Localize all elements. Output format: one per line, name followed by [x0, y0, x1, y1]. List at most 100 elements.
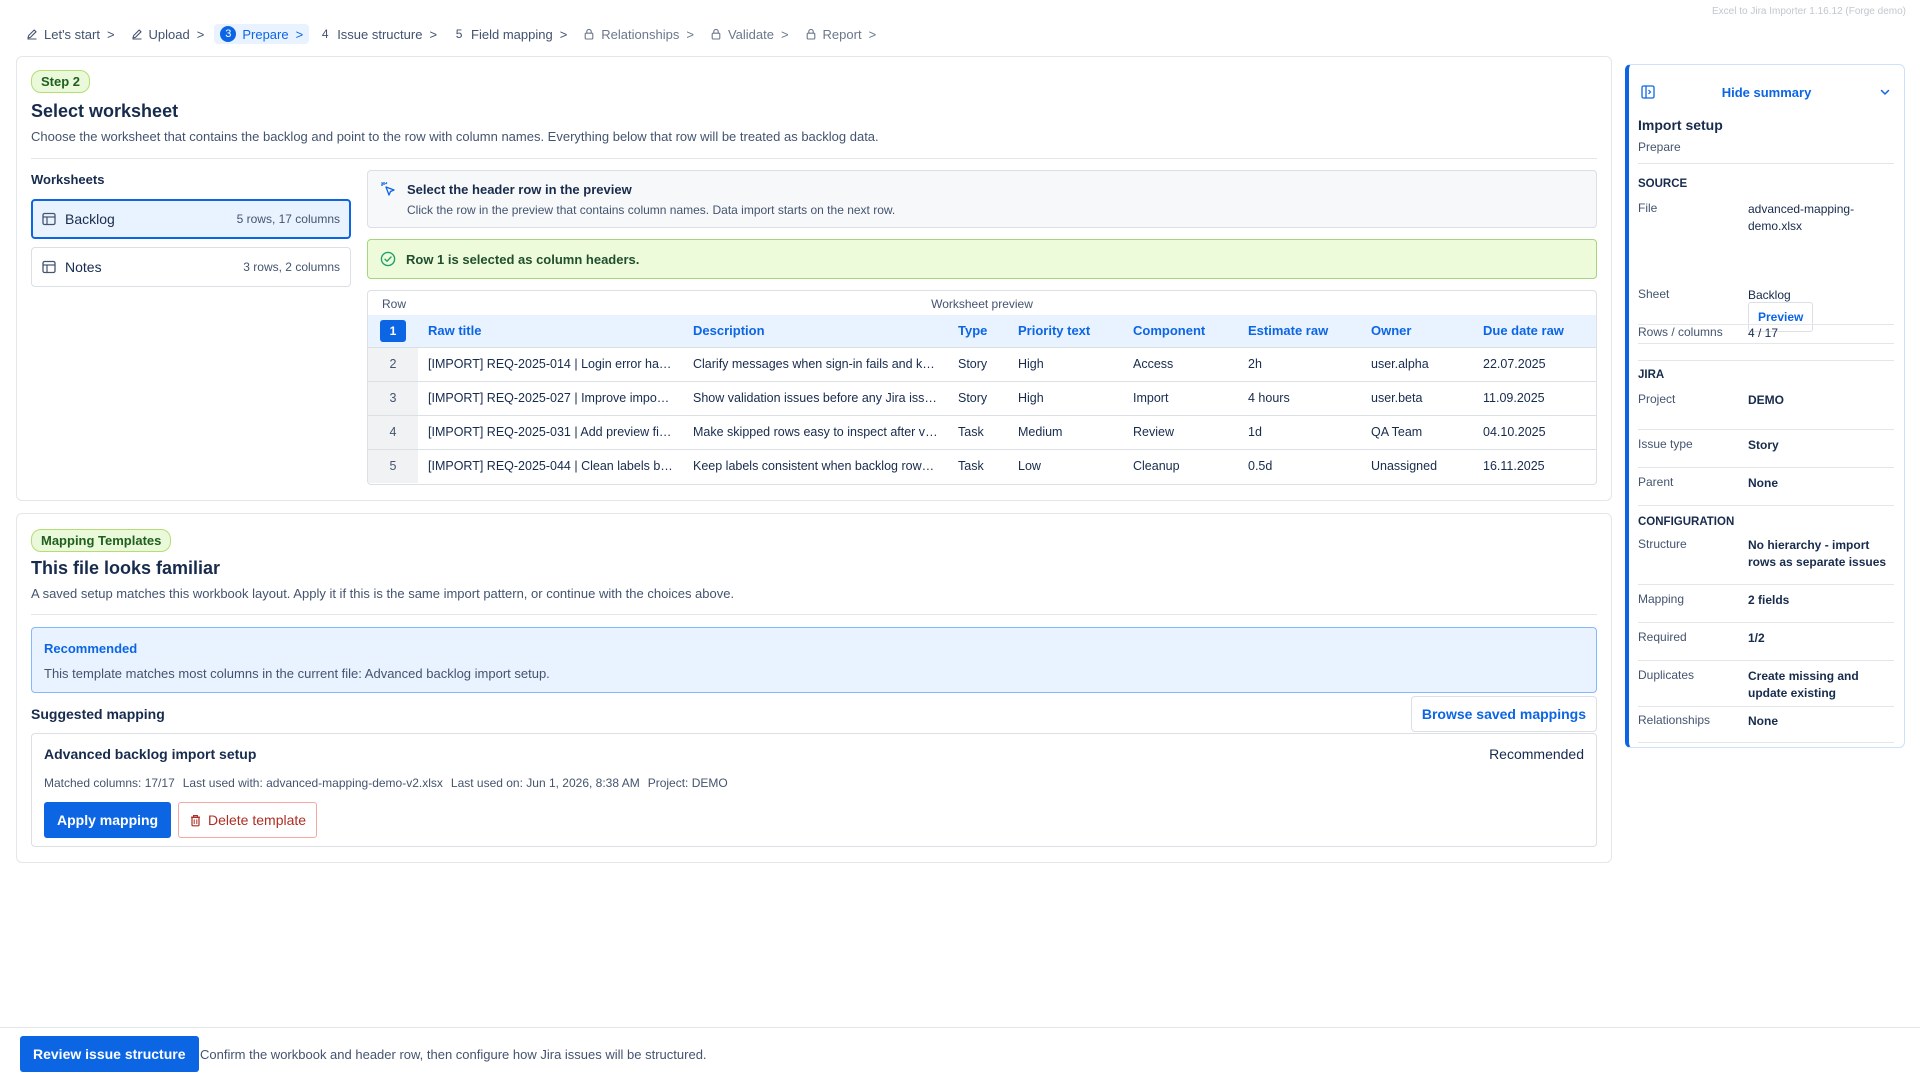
hide-summary-label[interactable]: Hide summary [1655, 85, 1878, 100]
column-header: Due date raw [1483, 323, 1564, 339]
apply-mapping-button[interactable]: Apply mapping [44, 802, 172, 838]
crumb-relationships: Relationships > [577, 25, 700, 44]
hint-text: Click the row in the preview that contai… [407, 203, 896, 217]
summary-value: 4 / 17 [1748, 326, 1779, 340]
delete-template-button[interactable]: Delete template [178, 802, 318, 838]
summary-row-parent: Parent None [1638, 468, 1894, 506]
column-header: Component [1133, 323, 1206, 339]
summary-key: Rows / columns [1638, 325, 1723, 339]
crumb-separator: > [196, 26, 205, 42]
templates-description: A saved setup matches this workbook layo… [31, 586, 735, 601]
table-cell: Review [1133, 425, 1174, 439]
page-title: Select worksheet [31, 101, 179, 121]
summary-key: Duplicates [1638, 668, 1695, 682]
summary-key: Relationships [1638, 713, 1711, 727]
lock-icon [805, 28, 817, 40]
summary-row-relationships: Relationships None [1638, 707, 1894, 743]
template-card: Advanced backlog import setup Recommende… [31, 733, 1597, 847]
summary-value: None [1748, 476, 1778, 490]
suggested-mapping-title: Suggested mapping [31, 706, 165, 722]
table-cell: 1d [1248, 425, 1262, 439]
table-cell: [IMPORT] REQ-2025-031 | Add preview filt… [428, 425, 683, 439]
summary-value: 2 fields [1748, 593, 1790, 607]
table-cell: Cleanup [1133, 459, 1180, 474]
table-cell: 2h [1248, 357, 1262, 371]
summary-value: Story [1748, 438, 1779, 452]
crumb-separator: > [686, 26, 694, 42]
mapping-templates-card: Mapping Templates This file looks famili… [16, 513, 1612, 863]
summary-key: Structure [1638, 537, 1687, 551]
table-cell: Story [958, 357, 988, 371]
divider [1638, 163, 1894, 164]
summary-value: DEMO [1748, 393, 1784, 407]
table-cell: Task [958, 425, 984, 439]
worksheet-notes[interactable]: Notes 3 rows, 2 columns [31, 247, 351, 287]
pencil-icon [131, 28, 143, 40]
recommended-title: Recommended [44, 641, 138, 656]
crumb-label: Issue structure [337, 26, 423, 42]
crumb-label: Report [822, 26, 862, 42]
table-cell: Story [958, 391, 988, 405]
table-cell: Make skipped rows easy to inspect after … [693, 425, 948, 439]
table-icon [42, 260, 56, 274]
worksheets-title: Worksheets [31, 172, 105, 187]
summary-toggle[interactable]: Hide summary [1641, 81, 1892, 103]
table-cell: [IMPORT] REQ-2025-044 | Clean labels bef… [428, 459, 683, 474]
summary-key: Mapping [1638, 592, 1685, 606]
recommended-text: This template matches most columns in th… [44, 666, 550, 681]
worksheet-name: Backlog [65, 211, 115, 227]
crumb-let-s-start[interactable]: Let's start > [20, 25, 121, 44]
summary-row-rows-columns: Rows / columns 4 / 17 [1638, 325, 1894, 361]
worksheet-meta: 3 rows, 2 columns [243, 260, 340, 274]
table-cell: 16.11.2025 [1483, 459, 1545, 474]
table-cell: user.alpha [1371, 357, 1429, 371]
chevron-down-icon[interactable] [1878, 85, 1892, 99]
template-matched-columns: Matched columns: 17/17 [44, 776, 175, 790]
crumb-separator: > [429, 26, 438, 42]
template-name: Advanced backlog import setup [44, 746, 257, 762]
summary-value: 1/2 [1748, 631, 1765, 645]
crumb-label: Prepare [242, 26, 289, 42]
table-cell: 22.07.2025 [1483, 357, 1546, 371]
table-row[interactable]: 5 [IMPORT] REQ-2025-044 | Clean labels be… [368, 449, 1596, 483]
source-section-title: SOURCE [1638, 178, 1688, 190]
summary-row-issue-type: Issue type Story [1638, 430, 1894, 468]
table-row[interactable]: 4 [IMPORT] REQ-2025-031 | Add preview fil… [368, 415, 1596, 449]
crumb-upload[interactable]: Upload > [125, 25, 211, 44]
column-header: Description [693, 323, 765, 339]
crumb-prepare[interactable]: 3 Prepare > [214, 24, 310, 44]
crumb-issue-structure[interactable]: 4 Issue structure > [313, 25, 443, 44]
template-project: Project: DEMO [647, 776, 728, 790]
browse-saved-mappings-button[interactable]: Browse saved mappings [1410, 696, 1597, 732]
header-row[interactable]: 1 Raw title Description Type Priority text Co… [368, 315, 1596, 347]
table-cell: Keep labels consistent when backlog rows… [693, 459, 948, 474]
table-row[interactable]: 3 [IMPORT] REQ-2025-027 | Improve import … [368, 381, 1596, 415]
review-issue-structure-button[interactable]: Review issue structure [20, 1036, 199, 1072]
step-badge: Step 2 [31, 70, 91, 93]
crumb-field-mapping[interactable]: 5 Field mapping > [447, 25, 573, 44]
trash-icon [191, 814, 200, 826]
table-cell: [IMPORT] REQ-2025-014 | Login error hand… [428, 357, 683, 371]
column-header: Estimate raw [1248, 323, 1329, 339]
template-last-used-on: Last used on: Jun 1, 2026, 8:38 AM [450, 776, 640, 790]
summary-row-structure: Structure No hierarchy - import rows as … [1638, 537, 1894, 585]
template-meta: Matched columns: 17/17 Last used with: a… [44, 776, 728, 790]
divider [31, 158, 1597, 159]
table-cell: Access [1133, 357, 1174, 371]
divider [31, 614, 1597, 615]
table-cell: QA Team [1371, 425, 1423, 439]
crumb-separator: > [106, 26, 115, 42]
crumb-separator: > [780, 26, 789, 42]
worksheet-meta: 5 rows, 17 columns [236, 212, 340, 226]
column-header: Owner [1371, 323, 1412, 339]
template-last-used-with: Last used with: advanced-mapping-demo-v2… [182, 776, 443, 790]
worksheet-backlog[interactable]: Backlog 5 rows, 17 columns [31, 199, 351, 239]
step-number: 3 [220, 26, 237, 42]
templates-title: This file looks familiar [31, 558, 221, 578]
table-cell: Task [958, 459, 984, 474]
crumb-report: Report > [799, 25, 883, 44]
table-row[interactable]: 2 [IMPORT] REQ-2025-014 | Login error han… [368, 347, 1596, 381]
summary-key: Sheet [1638, 287, 1670, 301]
summary-value: advanced-mapping-demo.xlsx [1748, 202, 1855, 233]
crumb-label: Relationships [601, 26, 680, 42]
